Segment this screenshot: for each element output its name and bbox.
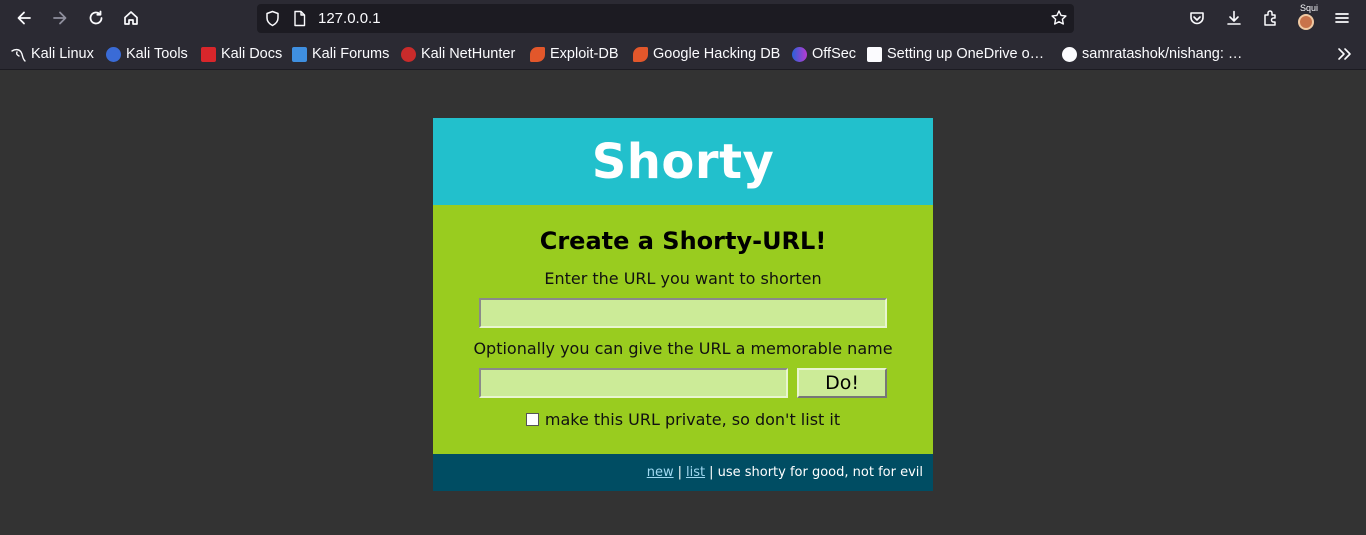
reload-icon[interactable] <box>81 4 111 32</box>
bookmarks-overflow-chevron-icon[interactable] <box>1334 44 1356 64</box>
bookmark-kali-forums[interactable]: Kali Forums <box>292 45 389 63</box>
ghdb-icon <box>633 46 648 62</box>
page-info-icon[interactable] <box>292 10 307 27</box>
bookmark-onedrive[interactable]: Setting up OneDrive o… <box>867 45 1044 63</box>
kali-forums-icon <box>292 46 307 62</box>
nethunter-icon <box>401 46 416 62</box>
do-button[interactable]: Do! <box>797 368 887 398</box>
bookmark-label: Kali NetHunter <box>421 46 516 62</box>
url-bar[interactable]: 127.0.0.1 <box>257 4 1074 33</box>
bookmark-kali-nethunter[interactable]: Kali NetHunter <box>401 45 515 63</box>
kali-dragon-icon <box>11 47 26 62</box>
offsec-icon <box>792 46 807 62</box>
bookmark-nishang[interactable]: samratashok/nishang: … <box>1062 45 1242 63</box>
tracking-shield-icon[interactable] <box>264 10 281 27</box>
extensions-icon[interactable] <box>1255 4 1285 32</box>
footer-separator: | <box>677 465 682 480</box>
shorty-footer: new | list | use shorty for good, not fo… <box>433 454 933 491</box>
forward-icon[interactable] <box>45 4 75 32</box>
shorty-header: Shorty <box>433 118 933 205</box>
kali-tools-icon <box>106 46 121 62</box>
url-input[interactable] <box>479 298 887 328</box>
bookmark-star-icon[interactable] <box>1050 9 1068 27</box>
pocket-icon[interactable] <box>1182 4 1212 32</box>
bookmark-kali-linux[interactable]: Kali Linux <box>11 45 94 63</box>
name-input[interactable] <box>479 368 788 398</box>
exploit-db-icon <box>530 46 545 62</box>
bookmark-label: OffSec <box>812 46 857 62</box>
bookmark-kali-docs[interactable]: Kali Docs <box>201 45 282 63</box>
bookmark-label: Kali Linux <box>31 46 94 62</box>
url-text[interactable]: 127.0.0.1 <box>318 10 381 27</box>
bookmark-offsec[interactable]: OffSec <box>792 45 856 63</box>
site-title: Shorty <box>591 133 775 190</box>
github-icon <box>1062 46 1077 62</box>
home-icon[interactable] <box>116 4 146 32</box>
bookmark-label: Kali Tools <box>126 46 188 62</box>
bookmark-label: Kali Docs <box>221 46 283 62</box>
menu-hamburger-icon[interactable] <box>1327 4 1357 32</box>
private-option: make this URL private, so don't list it <box>433 410 933 429</box>
url-prompt: Enter the URL you want to shorten <box>544 269 822 288</box>
downloads-icon[interactable] <box>1219 4 1249 32</box>
shorty-card: Shorty Create a Shorty-URL! Enter the UR… <box>433 118 933 491</box>
name-prompt: Optionally you can give the URL a memora… <box>473 339 893 358</box>
profile-label: Squi <box>1300 3 1319 13</box>
bookmark-exploit-db[interactable]: Exploit-DB <box>530 45 619 63</box>
shorty-form: Create a Shorty-URL! Enter the URL you w… <box>433 205 933 454</box>
bookmark-label: Google Hacking DB <box>653 46 781 62</box>
bookmark-label: Exploit-DB <box>550 46 619 62</box>
bookmark-label: Kali Forums <box>312 46 390 62</box>
account-avatar[interactable]: Squi <box>1296 3 1319 30</box>
bookmark-label: samratashok/nishang: … <box>1082 46 1243 62</box>
private-checkbox[interactable] <box>525 413 539 426</box>
private-label[interactable]: make this URL private, so don't list it <box>545 410 840 429</box>
new-link[interactable]: new <box>647 465 674 480</box>
browser-toolbar: 127.0.0.1 Squi <box>0 0 1366 37</box>
bookmark-google-hacking-db[interactable]: Google Hacking DB <box>633 45 780 63</box>
back-icon[interactable] <box>9 4 39 32</box>
footer-tagline: | use shorty for good, not for evil <box>709 465 923 480</box>
bookmark-label: Setting up OneDrive o… <box>887 46 1045 62</box>
onedrive-page-icon <box>867 46 882 62</box>
kali-docs-icon <box>201 46 216 62</box>
bookmark-kali-tools[interactable]: Kali Tools <box>106 45 188 63</box>
avatar-icon <box>1298 14 1314 30</box>
form-heading: Create a Shorty-URL! <box>539 227 827 255</box>
list-link[interactable]: list <box>686 465 705 480</box>
